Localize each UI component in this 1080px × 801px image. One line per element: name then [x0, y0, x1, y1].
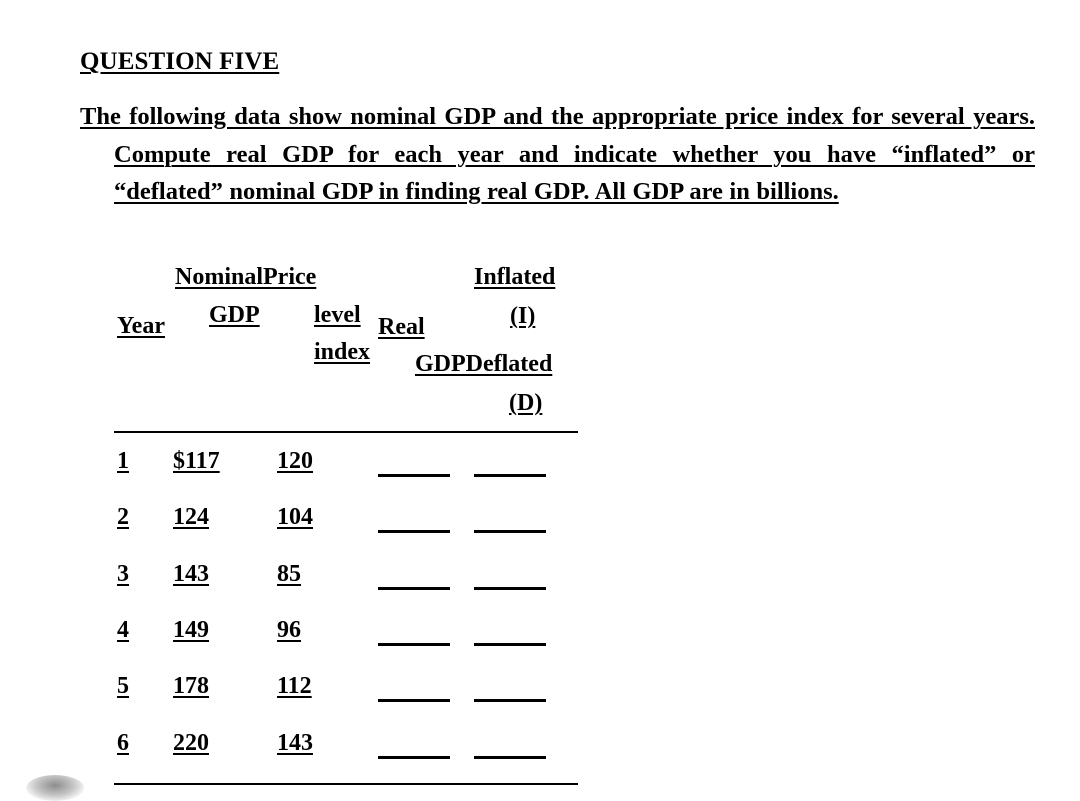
question-prompt-text: The following data show nominal GDP and …	[80, 103, 1035, 205]
table-top-rule	[114, 431, 578, 433]
table-row: 3	[117, 561, 129, 587]
table-row: 104	[277, 504, 313, 530]
table-row: 124	[173, 504, 209, 530]
table-row: 143	[173, 561, 209, 587]
column-header-nominal-price: NominalPrice	[175, 264, 317, 290]
decorative-smudge-shape	[26, 775, 84, 801]
column-header-year: Year	[117, 313, 165, 339]
inflated-deflated-answer-blank[interactable]	[474, 756, 546, 759]
inflated-deflated-answer-blank[interactable]	[474, 699, 546, 702]
column-header-gdp: GDP	[209, 302, 260, 328]
inflated-deflated-answer-blank[interactable]	[474, 530, 546, 533]
table-row: 178	[173, 673, 209, 699]
column-header-inflated: Inflated	[474, 264, 556, 290]
table-row: 1	[117, 448, 129, 474]
page-title: QUESTION FIVE	[80, 48, 280, 75]
column-header-index: index	[314, 339, 371, 365]
table-row: 112	[277, 673, 312, 699]
table-row: 85	[277, 561, 301, 587]
table-bottom-rule	[114, 783, 578, 785]
real-gdp-answer-blank[interactable]	[378, 756, 450, 759]
column-header-inflated-code: (I)	[510, 303, 536, 329]
inflated-deflated-answer-blank[interactable]	[474, 474, 546, 477]
real-gdp-answer-blank[interactable]	[378, 474, 450, 477]
real-gdp-answer-blank[interactable]	[378, 699, 450, 702]
inflated-deflated-answer-blank[interactable]	[474, 587, 546, 590]
real-gdp-answer-blank[interactable]	[378, 587, 450, 590]
inflated-deflated-answer-blank[interactable]	[474, 643, 546, 646]
table-row: 2	[117, 504, 129, 530]
table-row: 149	[173, 617, 209, 643]
table-row: 6	[117, 730, 129, 756]
table-row: 5	[117, 673, 129, 699]
table-row: 220	[173, 730, 209, 756]
table-row: $117	[173, 448, 220, 474]
column-header-level: level	[314, 302, 361, 328]
table-row: 143	[277, 730, 313, 756]
real-gdp-answer-blank[interactable]	[378, 530, 450, 533]
real-gdp-answer-blank[interactable]	[378, 643, 450, 646]
table-row: 96	[277, 617, 301, 643]
column-header-gdp-deflated: GDPDeflated	[415, 351, 553, 377]
column-header-real: Real	[378, 314, 425, 340]
table-row: 120	[277, 448, 313, 474]
column-header-deflated-code: (D)	[509, 390, 543, 416]
worksheet-page: QUESTION FIVE The following data show no…	[0, 0, 1080, 801]
table-row: 4	[117, 617, 129, 643]
